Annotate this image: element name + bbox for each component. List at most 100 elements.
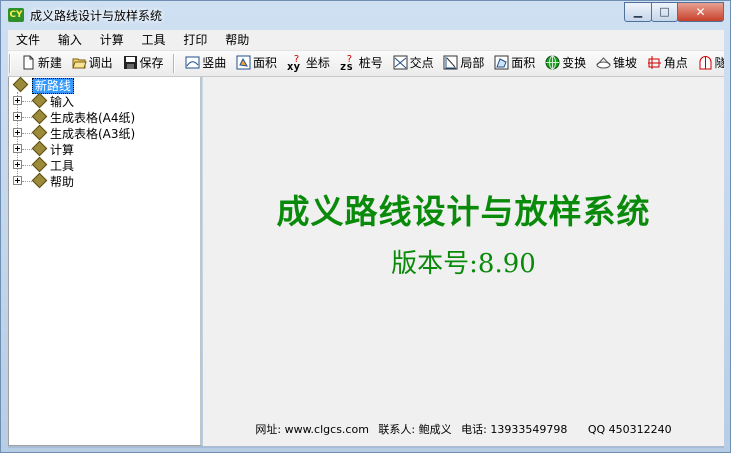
tree-connector [22, 101, 32, 102]
open-button-label: 调出 [88, 56, 113, 70]
local-button[interactable]: 局部 [440, 51, 487, 76]
folder-node-icon [31, 92, 48, 109]
corner-point-button-label: 角点 [663, 56, 688, 70]
vertical-curve-icon [185, 54, 200, 69]
transform-globe-icon [545, 54, 560, 70]
toolbar: 新建 调出 保存 竖曲 面积 xy? 坐标 zs ? 桩号 交点 局部 面积 变… [8, 51, 724, 77]
zs-stake-icon: zs? [339, 54, 353, 73]
expand-icon[interactable] [13, 128, 22, 137]
tree-item-label: 计算 [50, 143, 75, 157]
tree-item-label: 生成表格(A4纸) [50, 111, 136, 125]
cone-slope-button[interactable]: 锥坡 [593, 51, 640, 76]
splash-panel: 成义路线设计与放样系统 版本号:8.90 网址: www.clgcs.com 联… [203, 77, 724, 446]
stake-button-label: 桩号 [358, 56, 383, 70]
save-button[interactable]: 保存 [120, 51, 167, 76]
splash-title: 成义路线设计与放样系统 [276, 192, 651, 231]
xy-coordinate-icon: xy? [286, 54, 301, 73]
window-title: 成义路线设计与放样系统 [30, 9, 163, 23]
menu-calculate[interactable]: 计算 [92, 30, 130, 50]
tree-item-calculate[interactable]: 计算 [13, 140, 75, 158]
contact-info: 网址: www.clgcs.com 联系人: 鲍成义 电话: 139335497… [203, 421, 724, 437]
vertical-curve-button[interactable]: 竖曲 [182, 51, 229, 76]
intersection-button-label: 交点 [409, 56, 434, 70]
local-button-label: 局部 [460, 56, 485, 70]
area-button-label: 面积 [253, 56, 278, 70]
menu-help[interactable]: 帮助 [217, 30, 255, 50]
minimize-button[interactable]: ▁ [624, 2, 652, 22]
window-bottom-edge [8, 446, 724, 448]
menu-tools[interactable]: 工具 [134, 30, 172, 50]
expand-icon[interactable] [13, 112, 22, 121]
tunnel-icon [698, 54, 713, 70]
qq-text: QQ 450312240 [587, 423, 672, 436]
app-window: CY 成义路线设计与放样系统 ▁ □ ✕ 文件 输入 计算 工具 打印 帮助 新… [0, 0, 731, 453]
tree-connector [22, 165, 32, 166]
corner-point-icon [647, 54, 662, 69]
tree-item-label: 帮助 [50, 175, 75, 189]
folder-node-icon [31, 140, 48, 157]
phone-text: 电话: 13933549798 [461, 423, 568, 436]
tree-item-table-a3[interactable]: 生成表格(A3纸) [13, 124, 136, 142]
expand-icon[interactable] [13, 160, 22, 169]
route-node-icon [12, 76, 29, 93]
intersection-icon [393, 54, 408, 70]
stake-button[interactable]: zs? 桩号 [337, 51, 386, 76]
tree-item-tools[interactable]: 工具 [13, 156, 75, 174]
corner-point-button[interactable]: 角点 [644, 51, 691, 76]
version-label: 版本号:8.90 [391, 249, 536, 279]
area-button[interactable]: 面积 [233, 51, 280, 76]
cone-slope-button-label: 锥坡 [612, 56, 637, 70]
tree-item-label: 输入 [50, 95, 75, 109]
tree-root[interactable]: 新路线 [12, 76, 74, 94]
new-button-label: 新建 [37, 56, 62, 70]
toolbar-separator [173, 54, 176, 73]
expand-icon[interactable] [13, 96, 22, 105]
maximize-button[interactable]: □ [651, 2, 678, 22]
vertical-curve-label: 竖曲 [202, 56, 227, 70]
open-folder-icon [71, 54, 87, 69]
close-button[interactable]: ✕ [677, 2, 724, 22]
save-disk-icon [123, 54, 138, 69]
area2-button[interactable]: 面积 [491, 51, 538, 76]
transform-button-label: 变换 [562, 56, 587, 70]
menu-print[interactable]: 打印 [175, 30, 213, 50]
new-button[interactable]: 新建 [18, 51, 65, 76]
tree-connector [22, 181, 32, 182]
tree-item-input[interactable]: 输入 [13, 92, 75, 110]
website-text: 网址: www.clgcs.com [255, 423, 369, 436]
folder-node-icon [31, 108, 48, 125]
area2-icon [494, 54, 509, 70]
toolbar-grip [9, 54, 11, 73]
tree-connector [22, 149, 32, 150]
open-button[interactable]: 调出 [69, 51, 116, 76]
menu-input[interactable]: 输入 [50, 30, 88, 50]
transform-button[interactable]: 变换 [542, 51, 589, 76]
menu-bar: 文件 输入 计算 工具 打印 帮助 [8, 30, 724, 51]
tree-item-label: 工具 [50, 159, 75, 173]
folder-node-icon [31, 124, 48, 141]
tree-connector [22, 117, 32, 118]
save-button-label: 保存 [139, 56, 164, 70]
expand-icon[interactable] [13, 176, 22, 185]
title-bar[interactable]: CY 成义路线设计与放样系统 ▁ □ ✕ [1, 1, 730, 30]
menu-file[interactable]: 文件 [8, 30, 46, 50]
tunnel-button-label: 隧 [715, 56, 724, 70]
area-icon [236, 54, 251, 70]
tree-item-label: 生成表格(A3纸) [50, 127, 136, 141]
tree-item-table-a4[interactable]: 生成表格(A4纸) [13, 108, 136, 126]
tree-connector [22, 133, 32, 134]
tunnel-button[interactable]: 隧 [695, 51, 724, 76]
cone-slope-icon [596, 54, 611, 69]
intersection-button[interactable]: 交点 [390, 51, 437, 76]
contact-person-text: 联系人: 鲍成义 [378, 423, 452, 436]
tree-root-label[interactable]: 新路线 [31, 78, 74, 94]
tree-item-help[interactable]: 帮助 [13, 172, 75, 190]
new-file-icon [21, 54, 36, 70]
local-icon [443, 54, 458, 70]
folder-node-icon [31, 156, 48, 173]
coordinate-button[interactable]: xy? 坐标 [284, 51, 333, 76]
folder-node-icon [31, 172, 48, 189]
expand-icon[interactable] [13, 144, 22, 153]
app-logo-icon: CY [8, 8, 24, 22]
coordinate-button-label: 坐标 [305, 56, 330, 70]
